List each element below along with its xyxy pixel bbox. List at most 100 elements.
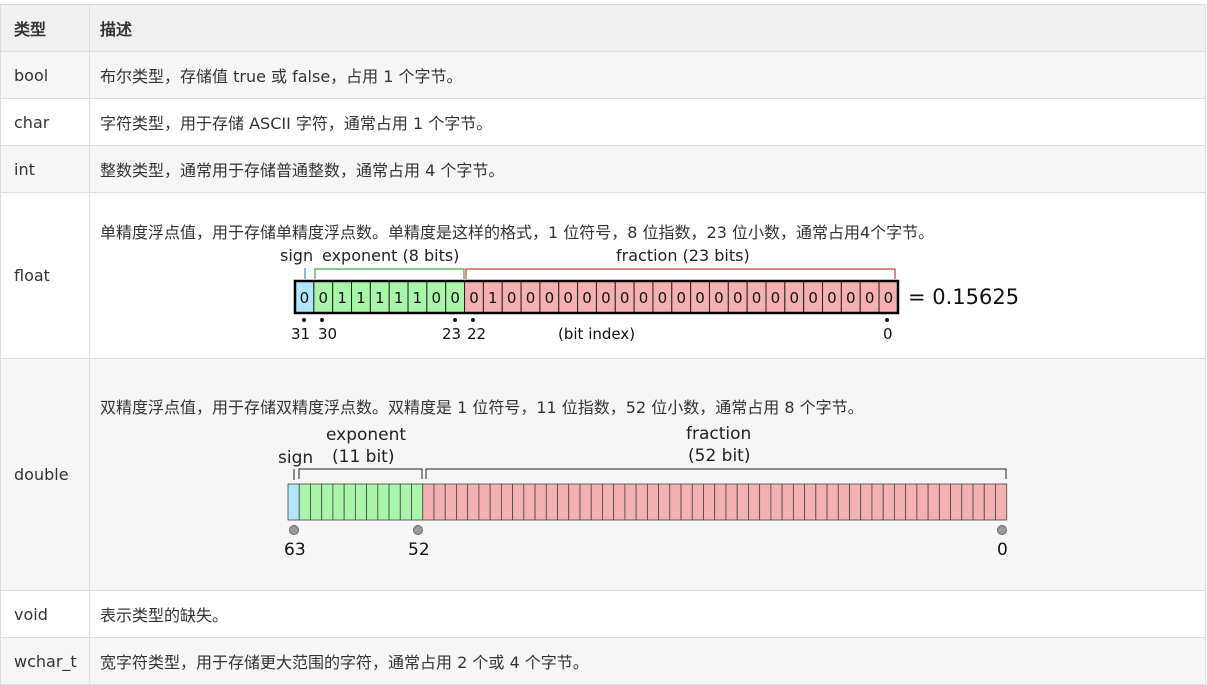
- float-bit-value: 0: [563, 289, 573, 307]
- double-bit-cell: [602, 483, 615, 521]
- double-bit-cell: [512, 483, 525, 521]
- double-bit-cell: [456, 483, 469, 521]
- double-index-52: 52: [408, 540, 430, 560]
- table-row-char: char 字符类型，用于存储 ASCII 字符，通常占用 1 个字节。: [0, 98, 1206, 146]
- double-bit-cell: [354, 483, 368, 521]
- float-fraction-label: fraction (23 bits): [616, 246, 750, 265]
- description-cell: 单精度浮点值，用于存储单精度浮点数。单精度是这样的格式，1 位符号，8 位指数，…: [89, 192, 1206, 359]
- float-bit-value: 1: [356, 289, 366, 307]
- float-index-31: 31: [291, 325, 310, 343]
- double-bit-cell: [399, 483, 412, 521]
- float-bit-layout-diagram: sign exponent (8 bits) fraction (23 bits…: [280, 246, 1019, 343]
- double-bit-cell: [736, 483, 749, 521]
- float-index-30: 30: [318, 325, 337, 343]
- double-fraction-label-line1: fraction: [686, 424, 751, 444]
- table-row-double: double 双精度浮点值，用于存储双精度浮点数。双精度是 1 位符号，11 位…: [0, 358, 1206, 591]
- double-bit-layout-diagram: exponent (11 bit) fraction (52 bit) sign…: [278, 424, 1008, 560]
- float-bit-marker: [471, 318, 475, 322]
- description-cell: 宽字符类型，用于存储更大范围的字符，通常占用 2 个或 4 个字节。: [89, 637, 1206, 685]
- float-bit-value: 0: [601, 289, 611, 307]
- header-description: 描述: [89, 4, 1206, 52]
- double-bit-cell: [343, 483, 356, 521]
- double-bit-cell: [568, 483, 581, 521]
- double-bit-cell: [938, 483, 951, 521]
- double-bit-cell: [366, 483, 379, 521]
- double-bit-cell: [444, 483, 457, 521]
- double-bit-cell: [781, 483, 794, 521]
- float-bit-value: 0: [507, 289, 517, 307]
- description-cell: 双精度浮点值，用于存储双精度浮点数。双精度是 1 位符号，11 位指数，52 位…: [89, 358, 1206, 591]
- type-cell: void: [0, 590, 90, 638]
- header-type: 类型: [0, 4, 90, 52]
- double-bit-cell: [433, 483, 446, 521]
- float-bit-value: 0: [526, 289, 536, 307]
- double-sign-label: sign: [278, 448, 313, 468]
- float-bit-value: 1: [413, 289, 423, 307]
- float-bit-value: 1: [375, 289, 385, 307]
- float-fraction-bracket: [465, 268, 896, 279]
- double-bit-cell: [995, 483, 1008, 521]
- double-bit-cell: [849, 483, 862, 521]
- float-bit-value: 0: [318, 289, 328, 307]
- float-exponent-bracket: [314, 268, 465, 279]
- float-bit-value: 0: [469, 289, 479, 307]
- float-bit-value: 0: [714, 289, 724, 307]
- type-cell: double: [0, 358, 90, 591]
- double-exponent-label-line1: exponent: [326, 425, 406, 445]
- description-cell: 整数类型，通常用于存储普通整数，通常占用 4 个字节。: [89, 145, 1206, 193]
- double-bit-marker: [997, 525, 1007, 535]
- double-exponent-label-line2: (11 bit): [332, 447, 394, 467]
- float-bit-value: 0: [789, 289, 799, 307]
- double-bit-cell: [725, 483, 738, 521]
- description-text: 单精度浮点值，用于存储单精度浮点数。单精度是这样的格式，1 位符号，8 位指数，…: [100, 223, 935, 242]
- float-bit-marker: [885, 318, 889, 322]
- double-bit-marker: [289, 525, 299, 535]
- float-bit-value: 1: [394, 289, 404, 307]
- type-cell: wchar_t: [0, 637, 90, 685]
- double-bit-cell: [624, 483, 637, 521]
- double-bit-cell: [422, 483, 435, 521]
- double-bit-cell: [916, 483, 929, 521]
- double-bit-cell: [388, 483, 401, 521]
- table-row-float: float 单精度浮点值，用于存储单精度浮点数。单精度是这样的格式，1 位符号，…: [0, 192, 1206, 359]
- table-row-void: void 表示类型的缺失。: [0, 590, 1206, 638]
- double-bit-cell: [489, 483, 502, 521]
- float-bit-value: 0: [827, 289, 837, 307]
- float-bit-value: 0: [639, 289, 649, 307]
- float-index-22: 22: [467, 325, 486, 343]
- double-bit-cell: [500, 483, 513, 521]
- description-cell: 字符类型，用于存储 ASCII 字符，通常占用 1 个字节。: [89, 98, 1206, 146]
- double-bit-cell: [860, 483, 873, 521]
- float-bit-value: 0: [695, 289, 705, 307]
- double-bit-cell: [579, 483, 592, 521]
- double-bit-cell: [871, 483, 884, 521]
- double-index-63: 63: [284, 540, 306, 560]
- float-bit-index-label: (bit index): [558, 325, 635, 343]
- double-bit-cell: [635, 483, 648, 521]
- float-bit-value: 0: [865, 289, 875, 307]
- description-cell: 表示类型的缺失。: [89, 590, 1206, 638]
- description-text: 双精度浮点值，用于存储双精度浮点数。双精度是 1 位符号，11 位指数，52 位…: [100, 398, 864, 417]
- float-bit-value: 0: [771, 289, 781, 307]
- double-fraction-bracket: [425, 468, 1007, 479]
- float-bit-value: 0: [545, 289, 555, 307]
- double-bit-cell: [545, 483, 558, 521]
- float-bit-marker: [302, 318, 306, 322]
- float-result-value: = 0.15625: [908, 285, 1019, 309]
- double-bit-cell: [905, 483, 918, 521]
- double-bit-cell: [287, 483, 300, 521]
- double-bit-cell: [714, 483, 727, 521]
- float-bit-value: 0: [676, 289, 686, 307]
- double-bit-cell: [321, 483, 334, 521]
- double-bit-cell: [972, 483, 985, 521]
- type-cell: bool: [0, 51, 90, 99]
- type-cell: int: [0, 145, 90, 193]
- double-bit-cell: [815, 483, 828, 521]
- float-bit-value: 1: [337, 289, 347, 307]
- double-bit-cell: [467, 483, 480, 521]
- double-bit-cell: [792, 483, 805, 521]
- double-bit-cell: [557, 483, 570, 521]
- double-bit-cell: [680, 483, 693, 521]
- description-cell: 布尔类型，存储值 true 或 false，占用 1 个字节。: [89, 51, 1206, 99]
- double-bit-cells: [287, 483, 1008, 521]
